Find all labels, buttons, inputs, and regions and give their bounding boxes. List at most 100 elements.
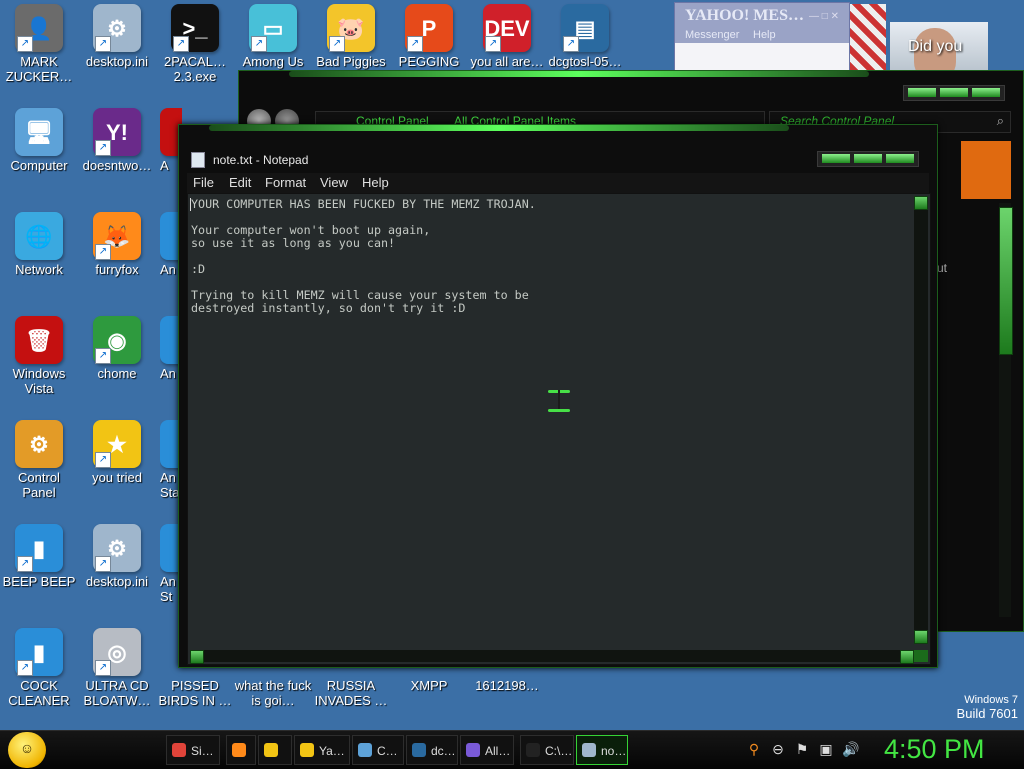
mark-zuckerberg-image-icon: 👤 ↗ xyxy=(15,4,63,52)
shortcut-arrow-icon: ↗ xyxy=(485,36,501,52)
maximize-button[interactable] xyxy=(854,154,882,163)
text-editor[interactable]: YOUR COMPUTER HAS BEEN FUCKED BY THE MEM… xyxy=(187,193,931,665)
icon-label: desktop.ini xyxy=(85,574,149,589)
network-tray-icon[interactable]: ▣ xyxy=(818,741,834,757)
taskbar-control-button[interactable]: C… xyxy=(352,735,404,765)
taskbar-dc-button[interactable]: dc… xyxy=(406,735,458,765)
menu-format[interactable]: Format xyxy=(265,175,306,190)
pegging-icon[interactable]: P ↗ PEGGING xyxy=(390,4,468,69)
icon-label: Control Panel xyxy=(18,470,60,500)
icon-label: XMPP xyxy=(410,678,448,693)
windows-vista-icon[interactable]: 🗑 Windows Vista xyxy=(0,316,78,396)
yahoo-window-controls[interactable]: — □ ✕ xyxy=(809,11,845,22)
taskbar: ☺ Si… Ya… C… dc… All… C:\… no… ⚲ ⊖ ⚑ ▣ 🔊 4:50 … xyxy=(0,730,1024,769)
menu-edit[interactable]: Edit xyxy=(229,175,251,190)
control-panel-icon[interactable]: ⚙ Control Panel xyxy=(0,420,78,500)
watermark-build: Build 7601 xyxy=(956,706,1018,721)
scroll-left-button[interactable] xyxy=(190,650,204,664)
taskbar-yahoo-button[interactable]: Ya… xyxy=(294,735,350,765)
beep-beep-icon[interactable]: ▮ ↗ BEEP BEEP xyxy=(0,524,78,589)
taskbar-firefox-button[interactable] xyxy=(226,735,256,765)
doesntwork-image-icon: Y! ↗ xyxy=(93,108,141,156)
desktop-ini-icon-2[interactable]: ⚙ ↗ desktop.ini xyxy=(78,524,156,589)
clock[interactable]: 4:50 PM xyxy=(884,734,985,765)
shortcut-arrow-icon: ↗ xyxy=(95,660,111,676)
taskbar-label: no… xyxy=(601,744,627,758)
text-line: so use it as long as you can! xyxy=(191,236,396,250)
start-button[interactable]: ☺ xyxy=(8,732,46,768)
menu-help[interactable]: Help xyxy=(362,175,389,190)
minimize-button[interactable] xyxy=(822,154,850,163)
action-center-flag-icon[interactable]: ⚑ xyxy=(794,741,810,757)
control-panel-window-controls[interactable] xyxy=(903,85,1005,101)
cock-cleaner-icon[interactable]: ▮ ↗ COCK CLEANER xyxy=(0,628,78,708)
menu-file[interactable]: File xyxy=(193,175,214,190)
shortcut-arrow-icon: ↗ xyxy=(17,556,33,572)
mark-zuckerberg-icon[interactable]: 👤 ↗ MARK ZUCKER… xyxy=(0,4,78,84)
you-all-are-icon[interactable]: DEV ↗ you all are… xyxy=(468,4,546,69)
among-us-icon[interactable]: ▭ ↗ Among Us xyxy=(234,4,312,69)
text-line: YOUR COMPUTER HAS BEEN FUCKED BY THE MEM… xyxy=(191,197,536,211)
control-panel-orange-panel xyxy=(961,141,1011,199)
shortcut-arrow-icon: ↗ xyxy=(17,660,33,676)
cp-scroll-thumb[interactable] xyxy=(999,207,1013,355)
icon-label: PEGGING xyxy=(398,54,460,69)
text-line: Your computer won't boot up again, xyxy=(191,223,431,237)
you-tried-image-icon: ★ ↗ xyxy=(93,420,141,468)
taskbar-all-button[interactable]: All… xyxy=(460,735,514,765)
taskbar-label: Si… xyxy=(191,744,214,758)
scroll-down-button[interactable] xyxy=(914,630,928,644)
dcgtosl-icon[interactable]: ▤ ↗ dcgtosl-05… xyxy=(546,4,624,69)
taskbar-dc-icon xyxy=(412,743,426,757)
taskbar-notepad-button[interactable]: no… xyxy=(576,735,628,765)
2pacal-exe-image-icon: >_ ↗ xyxy=(171,4,219,52)
ibeam-cursor-icon xyxy=(548,390,570,412)
smiley-icon: ☺ xyxy=(19,740,35,756)
notepad-window[interactable]: note.txt - Notepad File Edit Format View… xyxy=(178,124,938,668)
yahoo-messenger-menu[interactable]: Messenger xyxy=(685,29,739,41)
desktop-ini-icon[interactable]: ⚙ ↗ desktop.ini xyxy=(78,4,156,69)
volume-icon[interactable]: 🔊 xyxy=(842,741,859,757)
taskbar-label: All… xyxy=(485,744,511,758)
resize-grip[interactable] xyxy=(914,650,928,662)
close-button[interactable] xyxy=(886,154,914,163)
yahoo-messenger-window[interactable]: YAHOO! MES… — □ ✕ Messenger Help xyxy=(674,2,850,72)
scroll-up-button[interactable] xyxy=(914,196,928,210)
doesntwork-icon[interactable]: Y! ↗ doesntwo… xyxy=(78,108,156,173)
taskbar-chrome-button[interactable]: Si… xyxy=(166,735,220,765)
shortcut-arrow-icon: ↗ xyxy=(407,36,423,52)
notepad-window-controls[interactable] xyxy=(817,151,919,167)
computer-icon[interactable]: 🖥 Computer xyxy=(0,108,78,173)
search-tray-icon[interactable]: ⚲ xyxy=(746,741,762,757)
notepad-title: note.txt - Notepad xyxy=(213,153,309,167)
chome-icon[interactable]: ◉ ↗ chome xyxy=(78,316,156,381)
taskbar-explorer-icon xyxy=(264,743,278,757)
menu-view[interactable]: View xyxy=(320,175,348,190)
bad-piggies-icon[interactable]: 🐷 ↗ Bad Piggies xyxy=(312,4,390,69)
2pacal-exe-icon[interactable]: >_ ↗ 2PACAL… 2.3.exe xyxy=(156,4,234,84)
you-tried-icon[interactable]: ★ ↗ you tried xyxy=(78,420,156,485)
vertical-scrollbar[interactable] xyxy=(914,196,928,644)
network-image-icon: 🌐 xyxy=(15,212,63,260)
taskbar-cmd-button[interactable]: C:\… xyxy=(520,735,574,765)
control-panel-scrollbar[interactable] xyxy=(999,203,1013,617)
taskbar-explorer-button[interactable] xyxy=(258,735,292,765)
shortcut-arrow-icon: ↗ xyxy=(95,348,111,364)
yahoo-help-menu[interactable]: Help xyxy=(753,29,776,41)
furryfox-icon[interactable]: 🦊 ↗ furryfox xyxy=(78,212,156,277)
yahoo-tray-icon[interactable]: ⊖ xyxy=(770,741,786,757)
scroll-right-button[interactable] xyxy=(900,650,914,664)
text-line: Trying to kill MEMZ will cause your syst… xyxy=(191,288,529,302)
horizontal-scrollbar[interactable] xyxy=(190,650,914,664)
taskbar-notepad-icon xyxy=(582,743,596,757)
icon-label: Bad Piggies xyxy=(316,54,386,69)
ultra-cd-icon[interactable]: ◎ ↗ ULTRA CD BLOATW… xyxy=(78,628,156,708)
desktop: 👤 ↗ MARK ZUCKER… ⚙ ↗ desktop.ini >_ ↗ 2PACAL… 2.… xyxy=(0,0,1024,730)
windows-watermark: Windows 7 Build 7601 xyxy=(957,694,1018,721)
yahoo-logo: YAHOO! MES… xyxy=(685,7,804,24)
shortcut-arrow-icon: ↗ xyxy=(95,452,111,468)
network-icon[interactable]: 🌐 Network xyxy=(0,212,78,277)
chome-image-icon: ◉ ↗ xyxy=(93,316,141,364)
you-all-are-image-icon: DEV ↗ xyxy=(483,4,531,52)
control-panel-image-icon: ⚙ xyxy=(15,420,63,468)
